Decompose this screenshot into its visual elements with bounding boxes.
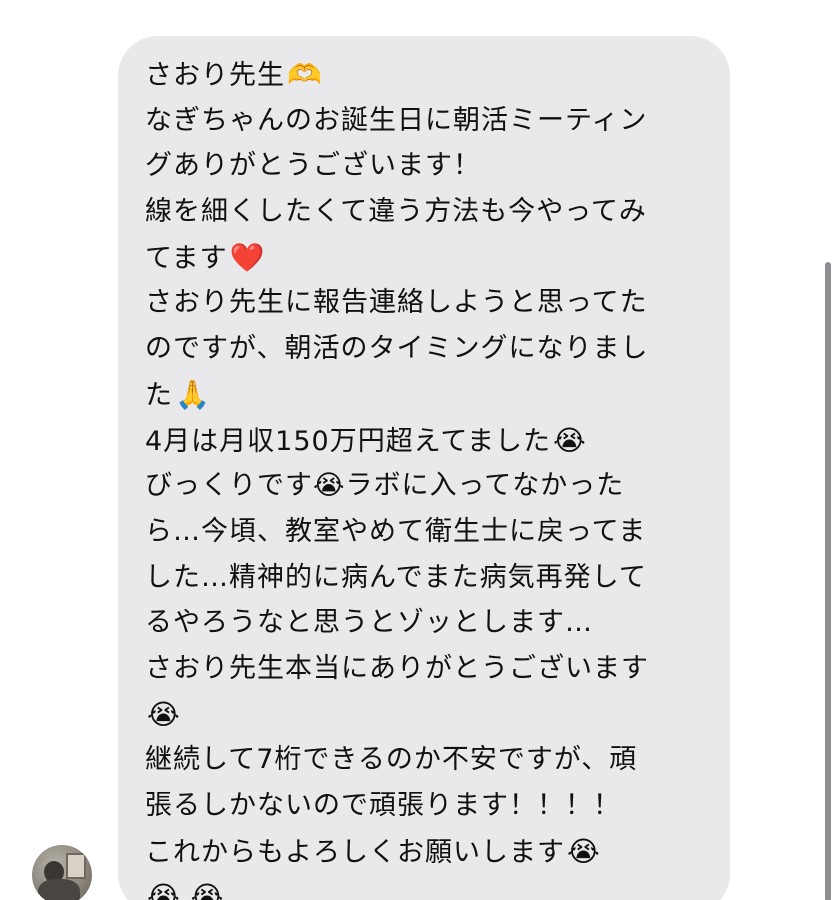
crying-face-icon: 😭 😭 xyxy=(147,880,225,900)
crying-face-icon: 😭 xyxy=(147,697,181,731)
message-line: 😭 😭 xyxy=(145,874,708,900)
crying-face-icon: 😭 xyxy=(567,834,601,868)
message-line: びっくりです😭ラボに入ってなかった xyxy=(145,470,625,502)
message-line: 😭 xyxy=(145,692,708,738)
message-bubble[interactable]: さおり先生🫶 なぎちゃんのお誕生日に朝活ミーティン グありがとうございます！ 線… xyxy=(118,36,730,900)
red-heart-icon: ❤️ xyxy=(229,240,266,274)
message-line: のですが、朝活のタイミングになりまし xyxy=(145,333,649,365)
message-line: 継続して7桁できるのか不安ですが、頑 xyxy=(145,744,638,776)
crying-face-icon: 😭 xyxy=(553,423,587,457)
message-line: 線を細くしたくて違う方法も今やってみ xyxy=(145,196,647,228)
message-line: した…精神的に病んでまた病気再発して xyxy=(145,561,647,593)
message-line: さおり先生に報告連絡しようと思ってた xyxy=(145,287,648,319)
scrollbar[interactable] xyxy=(825,262,831,900)
message-line: た🙏 xyxy=(145,377,211,411)
message-line: 4月は月収150万円超えてました😭 xyxy=(145,423,587,457)
message-line: グありがとうございます！ xyxy=(145,150,481,182)
message-line: るやろうなと思うとゾッとします… xyxy=(145,607,593,639)
message-line: ら…今頃、教室やめて衛生士に戻ってま xyxy=(145,515,647,547)
message-line: てます❤️ xyxy=(145,240,266,274)
message-line: なぎちゃんのお誕生日に朝活ミーティン xyxy=(145,104,648,136)
message-line: 張るしかないので頑張ります！！！！ xyxy=(145,790,621,821)
sender-avatar[interactable] xyxy=(32,845,92,900)
avatar-person-body xyxy=(38,879,80,900)
heart-hands-icon: 🫶 xyxy=(287,58,323,91)
message-line: さおり先生本当にありがとうございます xyxy=(145,652,649,684)
avatar-photo-frame xyxy=(66,853,86,879)
message-line: さおり先生🫶 xyxy=(145,58,323,91)
praying-hands-icon: 🙏 xyxy=(175,377,211,411)
message-line: これからもよろしくお願いします😭 xyxy=(145,834,601,868)
